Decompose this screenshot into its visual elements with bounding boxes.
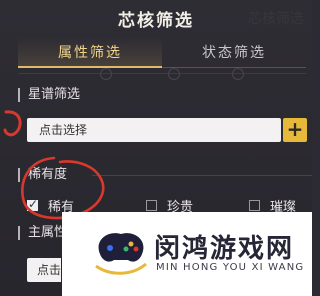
- main-attr-select[interactable]: 点击选择: [27, 258, 61, 282]
- add-star-filter-button[interactable]: +: [283, 118, 307, 142]
- decor-circle: [168, 68, 180, 80]
- tab-attribute-filter[interactable]: 属性筛选: [18, 38, 162, 68]
- tab-divider: [18, 73, 306, 74]
- star-filter-select[interactable]: 点击选择: [27, 118, 281, 142]
- annotation-arc-icon: [3, 110, 22, 137]
- checkbox-icon[interactable]: [249, 200, 260, 211]
- decor-circle: [232, 68, 244, 80]
- ghost-title-watermark: 芯核筛选: [248, 11, 304, 27]
- tab-status-filter[interactable]: 状态筛选: [162, 38, 306, 68]
- watermark-brand-subtitle: MIN HONG YOU XI WANG: [156, 262, 305, 273]
- rarity-divider: [92, 175, 312, 176]
- filter-panel: 芯核筛选 芯核筛选 属性筛选 状态筛选 星谱筛选 点击选择 + 稀有度 稀有 珍…: [0, 0, 312, 296]
- checkbox-icon[interactable]: [146, 200, 157, 211]
- decor-circle: [100, 68, 112, 80]
- star-filter-label: 星谱筛选: [18, 88, 80, 102]
- gamepad-logo-icon: [95, 233, 147, 275]
- filter-tabs: 属性筛选 状态筛选: [18, 38, 306, 68]
- watermark-brand-name: 闵鸿游戏网: [154, 234, 295, 264]
